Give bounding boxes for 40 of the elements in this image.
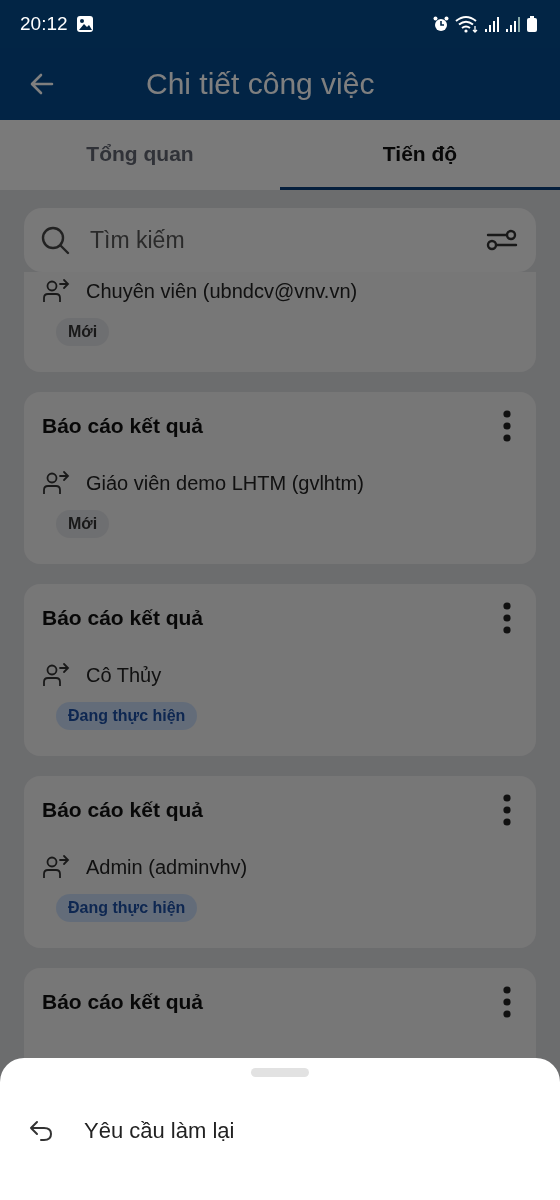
status-tag: Mới xyxy=(56,510,110,538)
task-title: Báo cáo kết quả xyxy=(42,414,204,438)
image-icon xyxy=(75,15,94,33)
assignee-name: Giáo viên demo LHTM (gvlhtm) xyxy=(86,471,364,495)
status-tag: Đang thực hiện xyxy=(56,894,198,922)
battery-icon xyxy=(526,15,538,33)
task-card[interactable]: Chuyên viên (ubndcv@vnv.vn) Mới xyxy=(24,272,536,372)
task-card[interactable]: Báo cáo kết quả Admin (adminvhv) Đang thực hiện xyxy=(24,776,536,948)
wifi-icon xyxy=(455,15,479,33)
more-vertical-icon[interactable] xyxy=(502,410,512,442)
menu-item[interactable]: Yêu cầu làm lại xyxy=(0,1099,560,1163)
signal-icon xyxy=(484,15,500,33)
more-vertical-icon[interactable] xyxy=(502,794,512,826)
more-vertical-icon[interactable] xyxy=(502,986,512,1018)
tab[interactable]: Tiến độ xyxy=(280,120,560,190)
tab[interactable]: Tổng quan xyxy=(0,120,280,190)
search-bar[interactable]: Tìm kiếm xyxy=(24,208,536,272)
person-arrow-icon xyxy=(42,662,70,688)
person-arrow-icon xyxy=(42,470,70,496)
drag-handle[interactable] xyxy=(251,1068,309,1077)
search-icon xyxy=(40,225,70,255)
person-arrow-icon xyxy=(42,854,70,880)
task-card[interactable]: Báo cáo kết quả Cô Thủy Đang thực hiện xyxy=(24,584,536,756)
assignee-name: Admin (adminvhv) xyxy=(86,855,248,879)
screen-title: Chi tiết công việc xyxy=(146,67,375,101)
more-vertical-icon[interactable] xyxy=(502,602,512,634)
signal-icon xyxy=(505,15,521,33)
assignee-name: Cô Thủy xyxy=(86,663,162,687)
task-title: Báo cáo kết quả xyxy=(42,606,204,630)
undo-arrow-icon xyxy=(28,1120,54,1142)
status-time: 20:12 xyxy=(20,13,68,35)
status-tag: Đang thực hiện xyxy=(56,702,198,730)
alarm-icon xyxy=(432,15,450,33)
status-tag: Mới xyxy=(56,318,110,346)
person-arrow-icon xyxy=(42,278,70,304)
assignee-name: Chuyên viên (ubndcv@vnv.vn) xyxy=(86,279,358,303)
search-field[interactable]: Tìm kiếm xyxy=(88,225,468,255)
task-title: Báo cáo kết quả xyxy=(42,990,204,1014)
task-card[interactable]: Báo cáo kết quả Giáo viên demo LHTM (gvlhtm) Mới xyxy=(24,392,536,564)
task-title: Báo cáo kết quả xyxy=(42,798,204,822)
